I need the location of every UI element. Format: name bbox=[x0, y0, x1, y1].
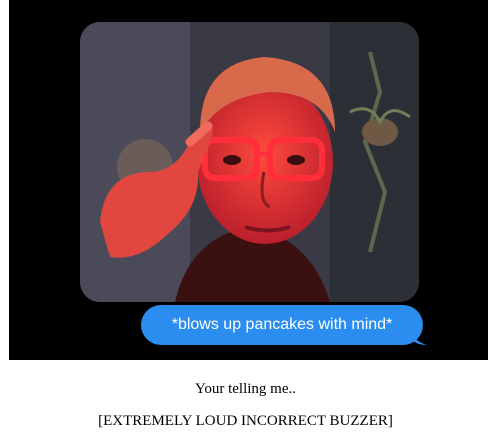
video-frame bbox=[80, 22, 419, 302]
message-bubble: *blows up pancakes with mind* bbox=[141, 305, 423, 345]
caption-line-2: [EXTREMELY LOUD INCORRECT BUZZER] bbox=[98, 413, 393, 429]
caption-line-1: Your telling me.. bbox=[195, 381, 296, 397]
message-bubble-text: *blows up pancakes with mind* bbox=[171, 316, 393, 333]
man-with-glasses-illustration bbox=[80, 22, 419, 302]
meme-image-panel: *blows up pancakes with mind* bbox=[9, 0, 488, 360]
